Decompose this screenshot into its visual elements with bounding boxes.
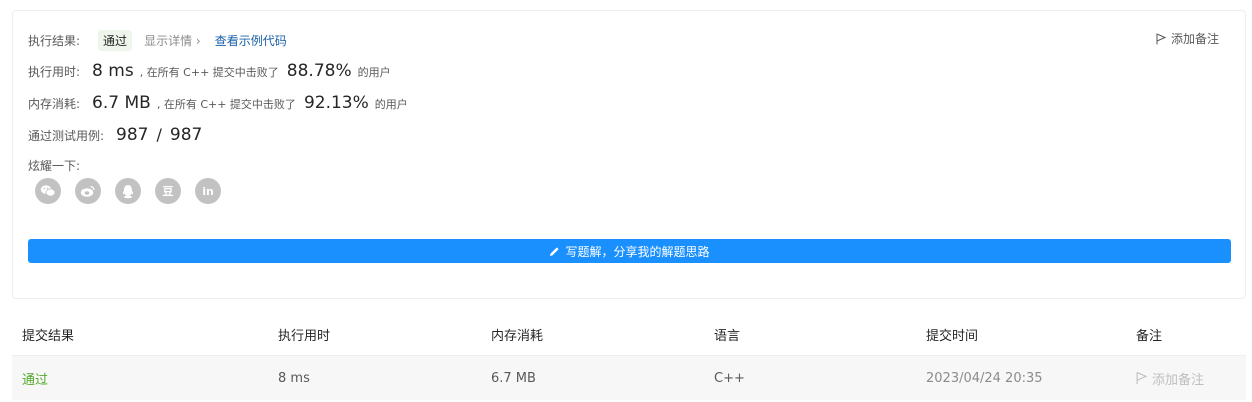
- flag-icon: [1136, 371, 1147, 385]
- share-label: 炫耀一下:: [28, 159, 81, 173]
- row-submit-time: 2023/04/24 20:35: [926, 370, 1043, 386]
- runtime-value: 8 ms: [92, 61, 134, 81]
- write-solution-button[interactable]: 写题解，分享我的解题思路: [28, 239, 1231, 263]
- runtime-row: 执行用时: 8 ms , 在所有 C++ 提交中击败了 88.78% 的用户: [28, 61, 391, 81]
- row-add-note-label: 添加备注: [1152, 372, 1205, 388]
- result-row: 执行结果: 通过 显示详情 › 查看示例代码: [28, 30, 287, 51]
- pencil-icon: [550, 246, 560, 256]
- add-note-label: 添加备注: [1170, 32, 1219, 46]
- header-submit-time: 提交时间: [926, 328, 979, 344]
- submission-result-card: 执行结果: 通过 显示详情 › 查看示例代码 添加备注 执行用时: 8 ms ,…: [12, 10, 1246, 299]
- header-memory: 内存消耗: [491, 328, 544, 344]
- header-runtime: 执行用时: [278, 328, 331, 344]
- tests-separator: /: [156, 125, 162, 144]
- flag-icon: [1156, 33, 1166, 44]
- header-result: 提交结果: [22, 328, 75, 344]
- memory-row: 内存消耗: 6.7 MB , 在所有 C++ 提交中击败了 92.13% 的用户: [28, 93, 408, 113]
- runtime-beat-text: , 在所有 C++ 提交中击败了: [139, 66, 279, 79]
- header-language: 语言: [714, 328, 741, 344]
- submission-table: 提交结果 执行用时 内存消耗 语言 提交时间 备注 通过 8 ms 6.7 MB…: [12, 313, 1246, 400]
- runtime-suffix: 的用户: [357, 66, 391, 79]
- qq-icon[interactable]: [115, 178, 141, 204]
- memory-percent: 92.13%: [303, 93, 369, 113]
- row-result-link[interactable]: 通过: [12, 369, 278, 388]
- douban-icon[interactable]: 豆: [155, 178, 181, 204]
- row-memory: 6.7 MB: [491, 370, 536, 386]
- table-header: 提交结果 执行用时 内存消耗 语言 提交时间 备注: [12, 313, 1246, 356]
- table-row: 通过 8 ms 6.7 MB C++ 2023/04/24 20:35 添加备注: [12, 356, 1246, 400]
- add-note-button[interactable]: 添加备注: [1156, 30, 1219, 47]
- row-language: C++: [714, 370, 745, 386]
- memory-beat-text: , 在所有 C++ 提交中击败了: [156, 98, 296, 111]
- memory-label: 内存消耗:: [28, 97, 81, 111]
- write-solution-label: 写题解，分享我的解题思路: [565, 244, 710, 259]
- tests-total: 987: [169, 125, 203, 145]
- share-label-row: 炫耀一下:: [28, 157, 80, 174]
- runtime-label: 执行用时:: [28, 65, 81, 79]
- row-add-note-button[interactable]: 添加备注: [1136, 369, 1246, 388]
- tests-passed: 987: [116, 125, 149, 145]
- memory-value: 6.7 MB: [92, 93, 151, 113]
- tests-row: 通过测试用例: 987 / 987: [28, 125, 202, 145]
- share-icons: 豆 in: [35, 178, 235, 204]
- view-example-code-link[interactable]: 查看示例代码: [215, 32, 287, 49]
- wechat-icon[interactable]: [35, 178, 61, 204]
- memory-suffix: 的用户: [374, 98, 408, 111]
- weibo-icon[interactable]: [75, 178, 101, 204]
- row-runtime: 8 ms: [278, 370, 310, 386]
- header-note: 备注: [1136, 328, 1163, 344]
- status-badge: 通过: [98, 30, 133, 51]
- show-details-link[interactable]: 显示详情 ›: [144, 32, 201, 49]
- runtime-percent: 88.78%: [286, 61, 352, 81]
- linkedin-icon[interactable]: in: [195, 178, 221, 204]
- result-label: 执行结果:: [28, 34, 81, 48]
- tests-label: 通过测试用例:: [28, 129, 105, 143]
